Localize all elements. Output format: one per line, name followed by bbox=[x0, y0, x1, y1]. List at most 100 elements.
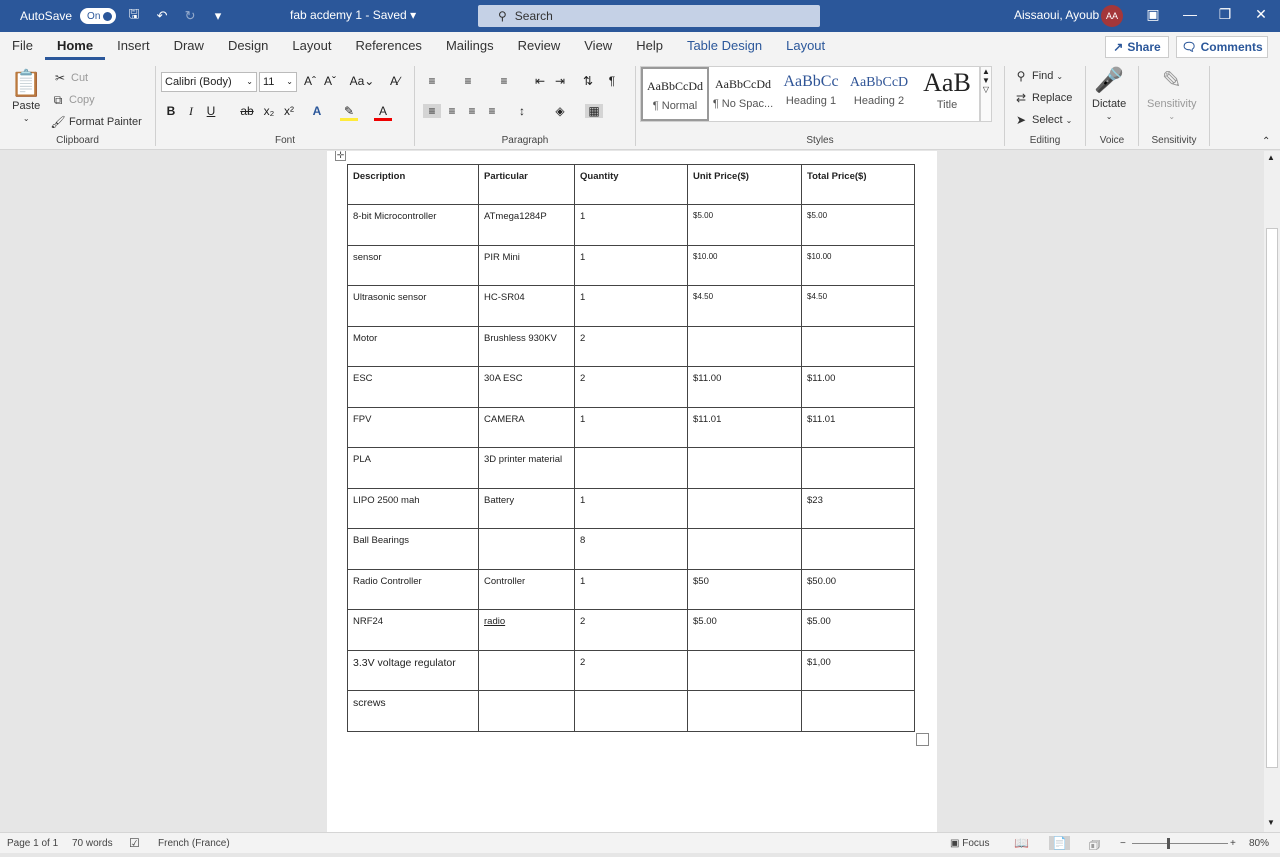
zoom-in-icon[interactable]: + bbox=[1230, 838, 1236, 849]
table-cell[interactable] bbox=[574, 690, 688, 732]
table-cell[interactable]: 1 bbox=[574, 244, 688, 286]
grow-font-icon[interactable]: Aˆ bbox=[301, 74, 319, 88]
share-button[interactable]: ↗ Share bbox=[1105, 36, 1169, 58]
autosave-toggle[interactable]: On bbox=[80, 8, 117, 24]
style-heading-1[interactable]: AaBbCc Heading 1 bbox=[777, 67, 845, 121]
table-cell[interactable]: $4.50 bbox=[687, 285, 802, 327]
increase-indent-icon[interactable]: ⇥ bbox=[551, 74, 569, 88]
justify-icon[interactable]: ≡ bbox=[483, 104, 501, 118]
show-formatting-icon[interactable]: ¶ bbox=[603, 74, 621, 88]
table-cell[interactable]: NRF24 bbox=[347, 609, 479, 651]
table-cell[interactable]: $5.00 bbox=[687, 609, 802, 651]
vertical-scrollbar[interactable]: ▲ ▼ bbox=[1264, 151, 1280, 832]
table-cell[interactable]: HC-SR04 bbox=[478, 285, 575, 327]
change-case-icon[interactable]: Aa⌄ bbox=[348, 74, 376, 88]
table-cell[interactable] bbox=[687, 325, 802, 367]
document-page[interactable]: ✛ Description Particular Quantity Unit P… bbox=[327, 151, 937, 832]
header-cell[interactable]: Description bbox=[347, 164, 479, 205]
clear-formatting-icon[interactable]: A∕ bbox=[386, 74, 404, 88]
table-cell[interactable] bbox=[801, 528, 915, 570]
user-name[interactable]: Aissaoui, Ayoub bbox=[1014, 8, 1099, 22]
table-cell[interactable]: Battery bbox=[478, 487, 575, 529]
numbering-icon[interactable]: ≡ bbox=[459, 74, 477, 88]
text-effects-icon[interactable]: A bbox=[308, 104, 326, 118]
search-box[interactable]: ⚲ Search bbox=[478, 5, 820, 27]
table-cell[interactable]: CAMERA bbox=[478, 406, 575, 448]
table-cell[interactable]: 1 bbox=[574, 487, 688, 529]
table-cell[interactable]: $11.01 bbox=[687, 406, 802, 448]
tab-mailings[interactable]: Mailings bbox=[434, 32, 506, 60]
document-title[interactable]: fab acdemy 1 - Saved ▾ bbox=[290, 8, 416, 22]
borders-icon[interactable]: ▦ bbox=[585, 104, 603, 118]
parts-table[interactable]: Description Particular Quantity Unit Pri… bbox=[347, 164, 915, 732]
table-move-handle-icon[interactable]: ✛ bbox=[335, 151, 346, 161]
table-cell[interactable]: $50 bbox=[687, 568, 802, 610]
table-cell[interactable]: screws bbox=[347, 690, 479, 732]
strikethrough-icon[interactable]: ab bbox=[238, 104, 256, 118]
tab-references[interactable]: References bbox=[343, 32, 433, 60]
table-cell[interactable]: radio bbox=[478, 609, 575, 651]
zoom-level[interactable]: 80% bbox=[1249, 838, 1269, 849]
table-cell[interactable] bbox=[687, 690, 802, 732]
table-cell[interactable]: Controller bbox=[478, 568, 575, 610]
language[interactable]: French (France) bbox=[158, 838, 230, 849]
table-cell[interactable]: ATmega1284P bbox=[478, 204, 575, 246]
save-icon[interactable]: 🖫 bbox=[124, 5, 144, 27]
style-no-spacing[interactable]: AaBbCcDd ¶ No Spac... bbox=[709, 67, 777, 121]
table-cell[interactable]: 1 bbox=[574, 285, 688, 327]
replace-button[interactable]: ⇄ Replace bbox=[1013, 90, 1072, 106]
table-cell[interactable] bbox=[801, 447, 915, 489]
close-icon[interactable]: ✕ bbox=[1251, 6, 1271, 23]
table-cell[interactable]: 3D printer material bbox=[478, 447, 575, 489]
table-resize-handle[interactable] bbox=[916, 733, 929, 746]
line-spacing-icon[interactable]: ↕ bbox=[513, 104, 531, 118]
select-button[interactable]: ➤ Select ⌄ bbox=[1013, 112, 1072, 128]
restore-icon[interactable]: ❐ bbox=[1215, 6, 1235, 23]
table-cell[interactable]: 8-bit Microcontroller bbox=[347, 204, 479, 246]
table-cell[interactable]: 2 bbox=[574, 609, 688, 651]
sensitivity-button[interactable]: ✎ Sensitivity ⌄ bbox=[1147, 66, 1197, 121]
table-cell[interactable]: $10.00 bbox=[801, 244, 915, 286]
styles-scroll[interactable]: ▲ ▼ ▽ bbox=[980, 66, 992, 122]
table-cell[interactable]: 2 bbox=[574, 325, 688, 367]
minimize-icon[interactable]: — bbox=[1180, 6, 1200, 22]
table-cell[interactable]: 3.3V voltage regulator bbox=[347, 649, 479, 691]
table-cell[interactable]: $11.00 bbox=[801, 366, 915, 408]
table-cell[interactable]: 2 bbox=[574, 649, 688, 691]
table-cell[interactable] bbox=[687, 487, 802, 529]
zoom-out-icon[interactable]: − bbox=[1120, 838, 1126, 849]
paste-button[interactable]: 📋 Paste ⌄ bbox=[10, 68, 42, 123]
table-cell[interactable]: PIR Mini bbox=[478, 244, 575, 286]
header-cell[interactable]: Quantity bbox=[574, 164, 688, 205]
cut-button[interactable]: ✂ Cut bbox=[52, 70, 88, 86]
tab-layout[interactable]: Layout bbox=[280, 32, 343, 60]
table-cell[interactable]: $23 bbox=[801, 487, 915, 529]
table-cell[interactable]: 8 bbox=[574, 528, 688, 570]
copy-button[interactable]: ⧉ Copy bbox=[50, 92, 95, 108]
table-cell[interactable] bbox=[801, 325, 915, 367]
tab-help[interactable]: Help bbox=[624, 32, 675, 60]
ribbon-display-icon[interactable]: ▣ bbox=[1143, 6, 1163, 23]
table-cell[interactable]: $50.00 bbox=[801, 568, 915, 610]
style-heading-2[interactable]: AaBbCcD Heading 2 bbox=[845, 67, 913, 121]
table-cell[interactable]: sensor bbox=[347, 244, 479, 286]
align-left-icon[interactable]: ≡ bbox=[423, 104, 441, 118]
table-cell[interactable]: $11.00 bbox=[687, 366, 802, 408]
table-cell[interactable] bbox=[801, 690, 915, 732]
collapse-ribbon-icon[interactable]: ⌃ bbox=[1262, 136, 1270, 147]
shrink-font-icon[interactable]: Aˇ bbox=[321, 74, 339, 88]
font-name-select[interactable]: Calibri (Body) ⌄ bbox=[161, 72, 257, 92]
zoom-slider-thumb[interactable] bbox=[1167, 838, 1170, 849]
tab-table-design[interactable]: Table Design bbox=[675, 32, 774, 60]
proofing-icon[interactable]: ☑ bbox=[129, 836, 140, 850]
page-count[interactable]: Page 1 of 1 bbox=[7, 838, 58, 849]
tab-table-layout[interactable]: Layout bbox=[774, 32, 837, 60]
bold-icon[interactable]: B bbox=[162, 104, 180, 118]
table-cell[interactable]: $5.00 bbox=[801, 609, 915, 651]
superscript-icon[interactable]: x² bbox=[280, 104, 298, 118]
align-center-icon[interactable]: ≡ bbox=[443, 104, 461, 118]
table-cell[interactable] bbox=[687, 447, 802, 489]
find-button[interactable]: ⚲ Find ⌄ bbox=[1013, 68, 1064, 84]
zoom-slider[interactable] bbox=[1132, 843, 1228, 844]
decrease-indent-icon[interactable]: ⇤ bbox=[531, 74, 549, 88]
